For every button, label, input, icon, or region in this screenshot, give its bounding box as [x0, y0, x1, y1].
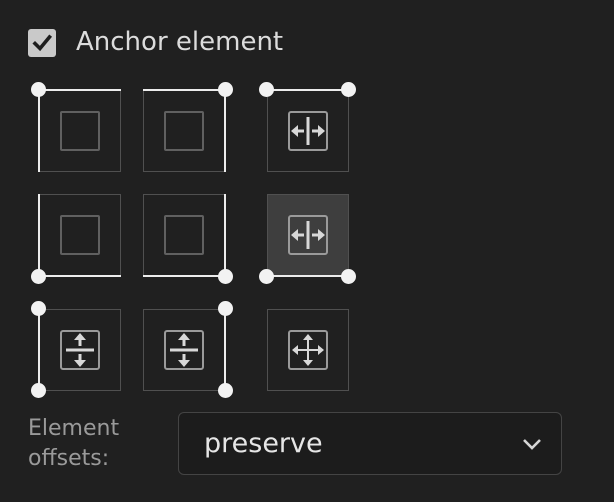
anchor-bottom-left-button[interactable]: [39, 194, 121, 276]
anchor-marker: [31, 82, 46, 97]
anchor-edge-line: [38, 89, 121, 91]
anchor-edge-line: [38, 275, 121, 277]
anchor-full-stretch-button[interactable]: [267, 309, 349, 391]
checkmark-icon: [32, 34, 53, 52]
chevron-down-icon: [523, 439, 541, 450]
anchor-top-right-button[interactable]: [143, 90, 225, 172]
anchor-edge-line: [38, 308, 40, 391]
element-offsets-label-line1: Element: [28, 416, 120, 441]
anchor-marker: [218, 269, 233, 284]
anchor-edge-line: [224, 194, 226, 277]
anchor-marker: [218, 301, 233, 316]
anchor-marker: [259, 269, 274, 284]
anchor-edge-line: [266, 89, 349, 91]
empty-square-icon: [60, 215, 100, 255]
anchor-marker: [218, 82, 233, 97]
anchor-bottom-stretch-button[interactable]: [267, 194, 349, 276]
anchor-edge-line: [266, 275, 349, 277]
anchor-marker: [218, 383, 233, 398]
anchor-marker: [341, 82, 356, 97]
anchor-top-left-button[interactable]: [39, 90, 121, 172]
anchor-edge-line: [143, 89, 226, 91]
anchor-element-checkbox[interactable]: [28, 29, 56, 57]
anchor-marker: [31, 301, 46, 316]
anchor-edge-line: [224, 308, 226, 391]
horizontal-stretch-icon: [288, 215, 328, 255]
anchor-left-stretch-button[interactable]: [39, 309, 121, 391]
empty-square-icon: [60, 111, 100, 151]
anchor-edge-line: [38, 89, 40, 172]
empty-square-icon: [164, 215, 204, 255]
vertical-stretch-icon: [60, 330, 100, 370]
element-offsets-value: preserve: [204, 428, 323, 459]
anchor-marker: [31, 383, 46, 398]
anchor-top-stretch-button[interactable]: [267, 90, 349, 172]
element-offsets-label: Element offsets:: [28, 414, 119, 474]
anchor-bottom-right-button[interactable]: [143, 194, 225, 276]
anchor-edge-line: [143, 275, 226, 277]
empty-square-icon: [164, 111, 204, 151]
anchor-right-stretch-button[interactable]: [143, 309, 225, 391]
anchor-panel: Anchor element Element offsets: preserve: [0, 0, 614, 502]
move-all-icon: [288, 330, 328, 370]
anchor-marker: [341, 269, 356, 284]
element-offsets-select[interactable]: preserve: [178, 412, 562, 475]
vertical-stretch-icon: [164, 330, 204, 370]
anchor-element-label[interactable]: Anchor element: [76, 24, 283, 60]
element-offsets-label-line2: offsets:: [28, 446, 110, 471]
horizontal-stretch-icon: [288, 111, 328, 151]
anchor-marker: [259, 82, 274, 97]
anchor-edge-line: [224, 89, 226, 172]
anchor-marker: [31, 269, 46, 284]
anchor-edge-line: [38, 194, 40, 277]
